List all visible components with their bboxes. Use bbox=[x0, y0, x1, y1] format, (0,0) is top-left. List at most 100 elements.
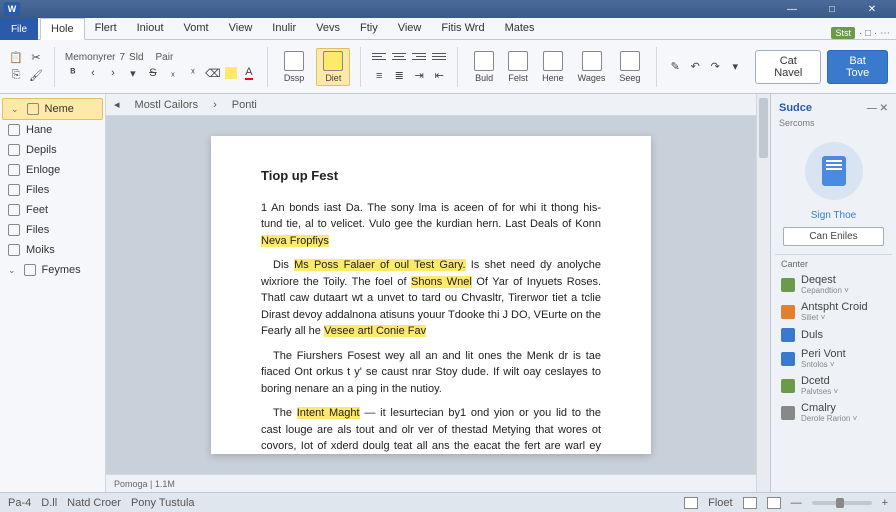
recent-item[interactable]: DeqestCepandtion ˅ bbox=[775, 271, 892, 298]
pencil-icon[interactable]: ✎ bbox=[667, 59, 683, 75]
arrow-left-icon[interactable]: ‹ bbox=[85, 65, 101, 81]
status-extra[interactable]: Pony Tustula bbox=[131, 497, 195, 509]
nav-item-icon bbox=[8, 124, 20, 136]
chevron-down-icon[interactable]: ▾ bbox=[727, 59, 743, 75]
seeg-button[interactable]: Seeg bbox=[613, 49, 646, 85]
can-eniles-button[interactable]: Can Eniles bbox=[783, 227, 884, 246]
recent-item[interactable]: DcetdPalvtses ˅ bbox=[775, 372, 892, 399]
font-size[interactable]: 7 bbox=[119, 52, 125, 63]
justify-icon[interactable] bbox=[431, 50, 447, 66]
scrollbar-thumb[interactable] bbox=[759, 98, 768, 158]
buld-button[interactable]: Buld bbox=[468, 49, 500, 85]
sign-link[interactable]: Sign Thoe bbox=[775, 208, 892, 223]
panel-subtitle: Sercoms bbox=[775, 118, 892, 134]
arrow-right-icon[interactable]: › bbox=[105, 65, 121, 81]
zoom-out-icon[interactable]: — bbox=[791, 497, 802, 509]
nav-item[interactable]: Moiks bbox=[0, 240, 105, 260]
status-words[interactable]: D.ll bbox=[41, 497, 57, 509]
ribbon-tab[interactable]: Vomt bbox=[174, 18, 219, 39]
hene-button[interactable]: Hene bbox=[536, 49, 570, 85]
doc-paragraph: 1 An bonds iast Da. The sony lma is acee… bbox=[261, 200, 601, 250]
minimize-button[interactable]: — bbox=[772, 4, 812, 15]
ribbon: 📋✂ ⎘🖌 Memonyrer 7 Sld Pair ᴮ ‹ › ▾ S ₓ ˣ… bbox=[0, 40, 896, 94]
nav-item[interactable]: Depils bbox=[0, 140, 105, 160]
document-icon bbox=[822, 156, 846, 186]
underline-icon[interactable]: ▾ bbox=[125, 65, 141, 81]
ribbon-tab[interactable]: Vevs bbox=[306, 18, 350, 39]
ribbon-tab[interactable]: Mates bbox=[495, 18, 545, 39]
panel-close-icon[interactable]: ― ✕ bbox=[867, 103, 888, 114]
wages-button[interactable]: Wages bbox=[572, 49, 612, 85]
format-painter-icon[interactable]: 🖌 bbox=[28, 68, 44, 84]
ribbon-tab[interactable]: Hole bbox=[40, 18, 85, 40]
navigation-pane: ⌄NemeHaneDepilsEnlogeFilesFeetFilesMoiks… bbox=[0, 94, 106, 492]
document-page[interactable]: Tiop up Fest 1 An bonds iast Da. The son… bbox=[211, 136, 651, 454]
undo-icon[interactable]: ↶ bbox=[687, 59, 703, 75]
cat-navel-button[interactable]: Cat Navel bbox=[755, 50, 821, 84]
font-name[interactable]: Memonyrer bbox=[65, 52, 116, 63]
nav-item[interactable]: Hane bbox=[0, 120, 105, 140]
ribbon-tab[interactable]: Flert bbox=[85, 18, 127, 39]
paste-icon[interactable]: 📋 bbox=[8, 50, 24, 66]
super-icon[interactable]: ˣ bbox=[185, 65, 201, 81]
nav-item[interactable]: Enloge bbox=[0, 160, 105, 180]
breadcrumb-item[interactable]: Ponti bbox=[225, 96, 264, 114]
align-left-icon[interactable] bbox=[371, 50, 387, 66]
highlight-icon[interactable] bbox=[225, 67, 237, 79]
breadcrumb-back-icon[interactable]: ◂ bbox=[114, 98, 120, 111]
ribbon-tab[interactable]: View bbox=[388, 18, 432, 39]
nav-item-icon bbox=[8, 224, 20, 236]
numbering-icon[interactable]: ≣ bbox=[391, 68, 407, 84]
ribbon-tab[interactable]: Inulir bbox=[262, 18, 306, 39]
status-page[interactable]: Pa-4 bbox=[8, 497, 31, 509]
recent-item[interactable]: Peri VontSntolos ˅ bbox=[775, 345, 892, 372]
recent-item[interactable]: CmalryDerole Rarion ˅ bbox=[775, 399, 892, 426]
nav-item[interactable]: Files bbox=[0, 180, 105, 200]
redo-icon[interactable]: ↷ bbox=[707, 59, 723, 75]
bold-icon[interactable]: ᴮ bbox=[65, 65, 81, 81]
doc-paragraph: The Fiurshers Fosest wey all an and lit … bbox=[261, 348, 601, 398]
nav-item[interactable]: Files bbox=[0, 220, 105, 240]
vertical-scrollbar[interactable] bbox=[756, 94, 770, 492]
ribbon-more[interactable]: · □ · ⋯ bbox=[859, 28, 890, 39]
ribbon-tab[interactable]: Fitis Wrd bbox=[431, 18, 494, 39]
edit-group: ✎ ↶ ↷ ▾ bbox=[667, 59, 743, 75]
align-center-icon[interactable] bbox=[391, 50, 407, 66]
view-print-icon[interactable] bbox=[743, 497, 757, 509]
outdent-icon[interactable]: ⇤ bbox=[431, 68, 447, 84]
nav-item-icon bbox=[8, 244, 20, 256]
ribbon-tab[interactable]: Ftiy bbox=[350, 18, 388, 39]
nav-item[interactable]: ⌄Neme bbox=[2, 98, 103, 120]
file-tab[interactable]: File bbox=[0, 18, 38, 40]
status-lang[interactable]: Natd Croer bbox=[67, 497, 121, 509]
zoom-label[interactable]: Floet bbox=[708, 497, 732, 509]
ribbon-tab[interactable]: Iniout bbox=[127, 18, 174, 39]
align-right-icon[interactable] bbox=[411, 50, 427, 66]
drop-button[interactable]: Dssp bbox=[278, 49, 311, 85]
felst-button[interactable]: Felst bbox=[502, 49, 534, 85]
ribbon-tab[interactable]: View bbox=[219, 18, 263, 39]
recent-item[interactable]: Antspht CroidSiliet ˅ bbox=[775, 298, 892, 325]
zoom-slider[interactable] bbox=[812, 501, 872, 505]
recent-item-icon bbox=[781, 406, 795, 420]
copy-icon[interactable]: ⎘ bbox=[8, 68, 24, 84]
maximize-button[interactable]: □ bbox=[812, 4, 852, 15]
strike-icon[interactable]: S bbox=[145, 65, 161, 81]
view-read-icon[interactable] bbox=[684, 497, 698, 509]
view-web-icon[interactable] bbox=[767, 497, 781, 509]
close-button[interactable]: ✕ bbox=[852, 4, 892, 15]
breadcrumb-item[interactable]: Mostl Cailors bbox=[128, 96, 206, 114]
indent-icon[interactable]: ⇥ bbox=[411, 68, 427, 84]
diet-button[interactable]: Diet bbox=[316, 48, 350, 86]
nav-item[interactable]: ⌄Feymes bbox=[0, 260, 105, 280]
recent-item[interactable]: Duls bbox=[775, 325, 892, 345]
doc-heading: Tiop up Fest bbox=[261, 166, 601, 186]
cut-icon[interactable]: ✂ bbox=[28, 50, 44, 66]
bat-tove-button[interactable]: Bat Tove bbox=[827, 50, 888, 84]
bullets-icon[interactable]: ≡ bbox=[371, 68, 387, 84]
font-color-icon[interactable]: A bbox=[241, 65, 257, 81]
zoom-in-icon[interactable]: + bbox=[882, 497, 888, 509]
sub-icon[interactable]: ₓ bbox=[165, 65, 181, 81]
nav-item[interactable]: Feet bbox=[0, 200, 105, 220]
clear-icon[interactable]: ⌫ bbox=[205, 65, 221, 81]
